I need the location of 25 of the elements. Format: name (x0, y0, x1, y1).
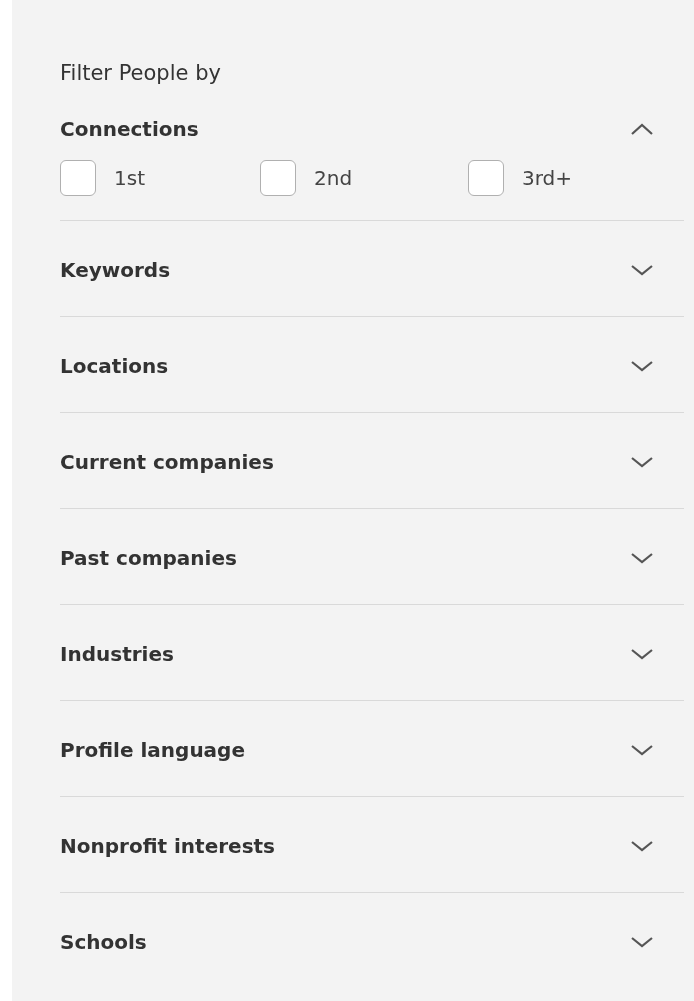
panel-title: Filter People by (60, 60, 222, 87)
section-heading: Locations (60, 353, 169, 378)
section-heading: Keywords (60, 257, 171, 282)
checkbox[interactable] (468, 160, 504, 196)
section-heading: Past companies (60, 545, 237, 570)
checkbox-label: 2nd (314, 166, 353, 190)
section-heading: Connections (60, 117, 199, 141)
chevron-down-icon[interactable] (630, 550, 654, 565)
checkbox-label: 1st (114, 166, 145, 190)
chevron-down-icon[interactable] (630, 742, 654, 757)
checkbox[interactable] (260, 160, 296, 196)
section-heading: Schools (60, 929, 147, 954)
chevron-down-icon[interactable] (630, 838, 654, 853)
chevron-down-icon[interactable] (630, 358, 654, 373)
chevron-down-icon[interactable] (630, 934, 654, 949)
section-heading: Current companies (60, 449, 274, 474)
checkbox-label: 3rd+ (522, 166, 573, 190)
section-heading: Nonprofit interests (60, 833, 275, 858)
chevron-down-icon[interactable] (630, 646, 654, 661)
section-heading: Industries (60, 641, 174, 666)
chevron-down-icon[interactable] (630, 454, 654, 469)
chevron-down-icon[interactable] (630, 262, 654, 277)
section-heading: Profile language (60, 737, 245, 762)
checkbox[interactable] (60, 160, 96, 196)
chevron-up-icon[interactable] (630, 122, 654, 136)
